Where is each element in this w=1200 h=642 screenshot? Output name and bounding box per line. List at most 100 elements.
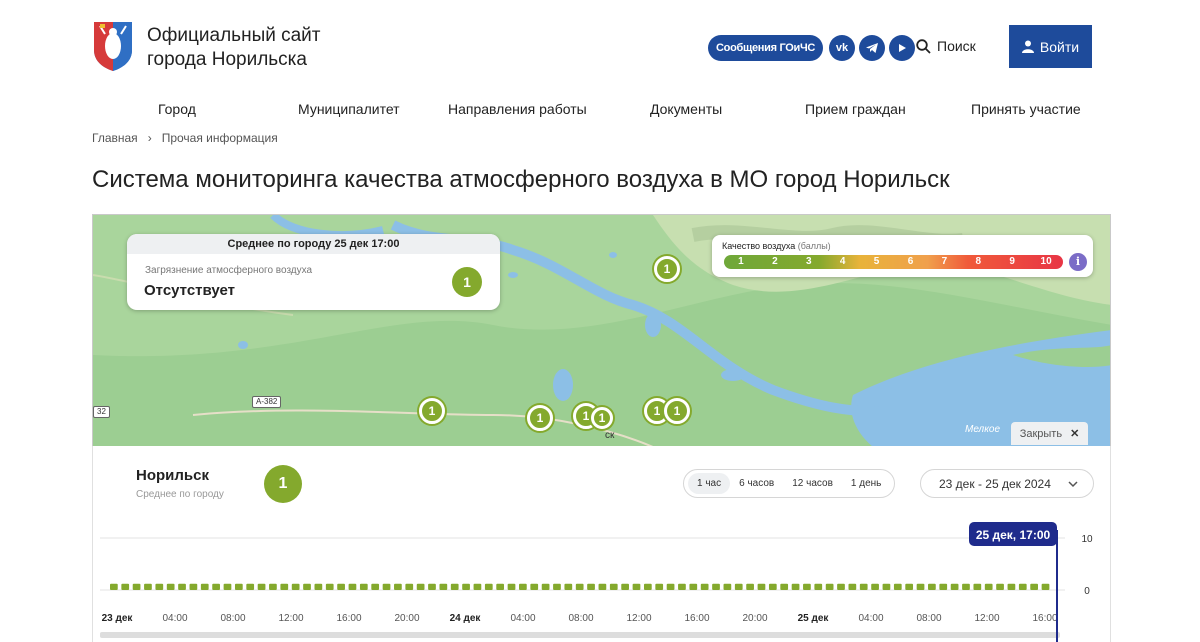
chart-bar[interactable] (814, 583, 823, 590)
chart-bar[interactable] (950, 583, 959, 590)
chart-bar[interactable] (507, 583, 516, 590)
chart-bar[interactable] (598, 583, 607, 590)
chart-bar[interactable] (780, 583, 789, 590)
chart-bar[interactable] (757, 583, 766, 590)
norilsk-coat-of-arms-icon[interactable] (92, 20, 134, 72)
search-button[interactable]: Поиск (916, 38, 976, 54)
chart-bar[interactable] (768, 583, 777, 590)
chart-bar[interactable] (200, 583, 209, 590)
nav-item-city[interactable]: Город (158, 101, 196, 117)
chart-scroll-track[interactable] (100, 632, 1060, 638)
chart-bar[interactable] (473, 583, 482, 590)
chart-bar[interactable] (462, 583, 470, 590)
chart-bar[interactable] (666, 583, 675, 590)
chart-bar[interactable] (337, 583, 345, 590)
chart-bar[interactable] (484, 583, 493, 590)
chart-bar[interactable] (632, 583, 641, 590)
chart-bar[interactable] (973, 583, 982, 590)
chart-bar[interactable] (575, 583, 584, 590)
map-station-pin[interactable]: 1 (527, 405, 553, 431)
chart-bar[interactable] (678, 583, 686, 590)
chart-bar[interactable] (723, 583, 732, 590)
air-quality-chart[interactable]: 10 0 23 дек 04:00 08:00 12:00 16:00 20:00 24 дек… (100, 520, 1100, 642)
chart-bar[interactable] (280, 583, 289, 590)
chart-bar[interactable] (609, 583, 618, 590)
chart-bar[interactable] (394, 583, 402, 590)
chart-bar[interactable] (928, 583, 936, 590)
period-1d[interactable]: 1 день (842, 473, 890, 494)
chart-bar[interactable] (223, 583, 232, 590)
chart-bar[interactable] (348, 583, 357, 590)
vk-icon[interactable]: vk (829, 35, 856, 61)
chart-bar[interactable] (1030, 583, 1039, 590)
chart-bar[interactable] (155, 583, 164, 590)
chart-bar[interactable] (871, 583, 879, 590)
chart-bar[interactable] (450, 583, 459, 590)
chart-bar[interactable] (382, 583, 391, 590)
chart-bar[interactable] (541, 583, 550, 590)
chart-bar[interactable] (553, 583, 561, 590)
chart-bar[interactable] (178, 583, 186, 590)
chart-bar[interactable] (621, 583, 629, 590)
chart-bar[interactable] (859, 583, 868, 590)
period-12h[interactable]: 12 часов (783, 473, 842, 494)
date-range-select[interactable]: 23 дек - 25 дек 2024 (920, 469, 1094, 498)
map-station-pin[interactable]: 1 (654, 256, 680, 282)
chart-bar[interactable] (905, 583, 914, 590)
chart-bar[interactable] (519, 583, 527, 590)
chart-bar[interactable] (1041, 583, 1050, 590)
chart-bar[interactable] (496, 583, 505, 590)
chart-bar[interactable] (303, 583, 311, 590)
chart-bar[interactable] (564, 583, 573, 590)
chart-bar[interactable] (121, 583, 130, 590)
chart-bar[interactable] (325, 583, 334, 590)
nav-item-participate[interactable]: Принять участие (971, 101, 1081, 117)
login-button[interactable]: Войти (1009, 25, 1092, 68)
chart-bar[interactable] (189, 583, 198, 590)
chart-bar[interactable] (916, 583, 925, 590)
telegram-icon[interactable] (859, 35, 886, 61)
map-station-pin[interactable]: 1 (419, 398, 445, 424)
chart-bar[interactable] (371, 583, 380, 590)
period-6h[interactable]: 6 часов (730, 473, 783, 494)
gochs-messages-button[interactable]: Сообщения ГОиЧС (708, 35, 824, 61)
nav-item-reception[interactable]: Прием граждан (805, 101, 906, 117)
info-icon[interactable]: i (1069, 253, 1087, 271)
nav-item-municipality[interactable]: Муниципалитет (298, 101, 400, 117)
chart-bar[interactable] (893, 583, 902, 590)
chart-bar[interactable] (110, 583, 118, 590)
chart-bar[interactable] (962, 583, 970, 590)
map-station-pin[interactable]: 1 (591, 407, 613, 429)
chart-bar[interactable] (984, 583, 993, 590)
chart-bar[interactable] (530, 583, 539, 590)
chart-bar[interactable] (246, 583, 255, 590)
nav-item-documents[interactable]: Документы (650, 101, 722, 117)
chart-bar[interactable] (803, 583, 811, 590)
chart-bar[interactable] (144, 583, 152, 590)
chart-bar[interactable] (1018, 583, 1027, 590)
map-station-pin[interactable]: 1 (664, 398, 690, 424)
chart-bar[interactable] (825, 583, 834, 590)
chart-bar[interactable] (746, 583, 754, 590)
chart-bar[interactable] (439, 583, 448, 590)
chart-bar[interactable] (689, 583, 698, 590)
chart-bar[interactable] (428, 583, 436, 590)
chart-bar[interactable] (212, 583, 220, 590)
chart-bar[interactable] (166, 583, 175, 590)
chart-bar[interactable] (405, 583, 414, 590)
period-1h[interactable]: 1 час (688, 473, 731, 494)
chart-bar[interactable] (837, 583, 845, 590)
chart-bar[interactable] (848, 583, 857, 590)
chart-bar[interactable] (655, 583, 664, 590)
chart-bar[interactable] (587, 583, 595, 590)
site-title[interactable]: Официальный сайт города Норильска (147, 24, 367, 72)
chart-bar[interactable] (269, 583, 277, 590)
chart-bar[interactable] (882, 583, 891, 590)
chart-bar[interactable] (734, 583, 743, 590)
close-map-button[interactable]: Закрыть ✕ (1011, 422, 1088, 445)
chart-bar[interactable] (257, 583, 266, 590)
chart-bar[interactable] (234, 583, 243, 590)
chart-bar[interactable] (791, 583, 800, 590)
chart-bar[interactable] (996, 583, 1004, 590)
chart-bar[interactable] (291, 583, 300, 590)
